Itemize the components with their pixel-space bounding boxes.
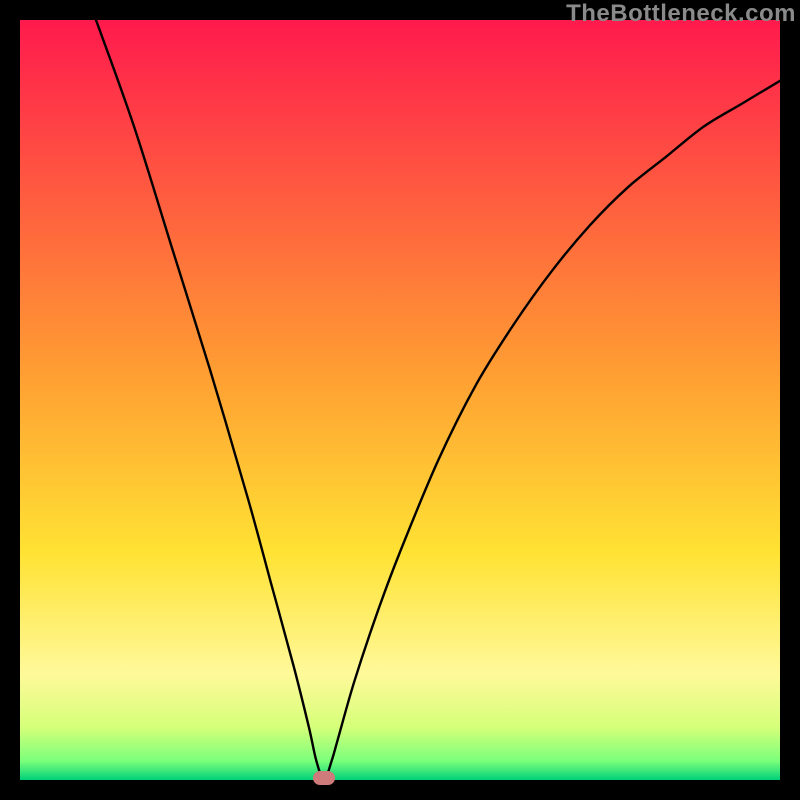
watermark-text: TheBottleneck.com bbox=[566, 0, 796, 28]
bottleneck-chart bbox=[20, 20, 780, 780]
minimum-marker bbox=[313, 771, 335, 785]
chart-frame bbox=[20, 20, 780, 780]
chart-background bbox=[20, 20, 780, 780]
